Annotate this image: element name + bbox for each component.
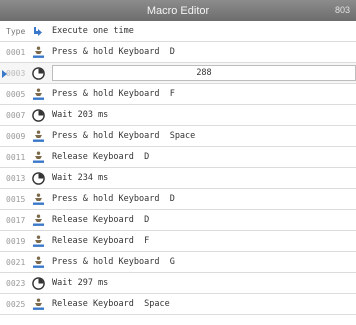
step-index: 0007 xyxy=(6,110,26,120)
title-badge: 803 xyxy=(334,5,350,15)
macro-step-row[interactable]: 0025 Release Keyboard Space xyxy=(0,294,356,315)
keyboard-person-icon xyxy=(31,255,45,269)
title-bar: Macro Editor 803 xyxy=(0,0,356,21)
step-index: 0017 xyxy=(6,215,26,225)
step-index: 0019 xyxy=(6,236,26,246)
step-text: Press & hold Keyboard D xyxy=(52,194,175,204)
clock-icon xyxy=(31,66,45,80)
keyboard-person-icon xyxy=(31,213,45,227)
selection-arrow-icon xyxy=(2,70,7,78)
keyboard-person-icon xyxy=(31,150,45,164)
macro-step-row[interactable]: 0009 Press & hold Keyboard Space xyxy=(0,126,356,147)
step-text: Release Keyboard D xyxy=(52,215,150,225)
macro-step-row[interactable]: 0017 Release Keyboard D xyxy=(0,210,356,231)
clock-icon xyxy=(31,171,45,185)
step-text: Wait 234 ms xyxy=(52,173,109,183)
type-value: Execute one time xyxy=(52,26,134,36)
macro-step-row[interactable]: 0005 Press & hold Keyboard F xyxy=(0,84,356,105)
macro-step-row[interactable]: 0021 Press & hold Keyboard G xyxy=(0,252,356,273)
step-index: 0015 xyxy=(6,194,26,204)
step-index: 0023 xyxy=(6,278,26,288)
keyboard-person-icon xyxy=(31,129,45,143)
keyboard-person-icon xyxy=(31,45,45,59)
step-text: Press & hold Keyboard D xyxy=(52,47,175,57)
keyboard-person-icon xyxy=(31,297,45,311)
step-index: 0013 xyxy=(6,173,26,183)
step-index: 0011 xyxy=(6,152,26,162)
macro-step-row[interactable]: 0007 Wait 203 ms xyxy=(0,105,356,126)
step-index: 0021 xyxy=(6,257,26,267)
step-text: Release Keyboard D xyxy=(52,152,150,162)
wait-duration-input[interactable] xyxy=(52,65,356,81)
macro-step-row[interactable]: 0013 Wait 234 ms xyxy=(0,168,356,189)
step-index: 0001 xyxy=(6,47,26,57)
step-text: Press & hold Keyboard Space xyxy=(52,131,196,141)
execute-icon xyxy=(31,24,45,38)
window-title: Macro Editor xyxy=(146,4,210,17)
clock-icon xyxy=(31,108,45,122)
macro-step-row-editing[interactable]: 0003 xyxy=(0,63,356,84)
step-text: Press & hold Keyboard F xyxy=(52,89,175,99)
macro-step-row[interactable]: 0023 Wait 297 ms xyxy=(0,273,356,294)
macro-step-row[interactable]: 0019 Release Keyboard F xyxy=(0,231,356,252)
macro-step-row[interactable]: 0015 Press & hold Keyboard D xyxy=(0,189,356,210)
step-text: Release Keyboard Space xyxy=(52,299,170,309)
keyboard-person-icon xyxy=(31,192,45,206)
step-index: 0009 xyxy=(6,131,26,141)
type-row[interactable]: Type Execute one time xyxy=(0,21,356,42)
type-label: Type xyxy=(6,26,26,36)
keyboard-person-icon xyxy=(31,234,45,248)
step-index: 0025 xyxy=(6,299,26,309)
keyboard-person-icon xyxy=(31,87,45,101)
step-text: Release Keyboard F xyxy=(52,236,150,246)
step-text: Press & hold Keyboard G xyxy=(52,257,175,267)
macro-step-row[interactable]: 0011 Release Keyboard D xyxy=(0,147,356,168)
macro-step-row[interactable]: 0001 Press & hold Keyboard D xyxy=(0,42,356,63)
step-index: 0005 xyxy=(6,89,26,99)
wait-duration-value[interactable] xyxy=(53,68,355,78)
step-text: Wait 203 ms xyxy=(52,110,109,120)
macro-editor-window: Macro Editor 803 Type Execute one time 0… xyxy=(0,0,356,325)
clock-icon xyxy=(31,276,45,290)
step-text: Wait 297 ms xyxy=(52,278,109,288)
